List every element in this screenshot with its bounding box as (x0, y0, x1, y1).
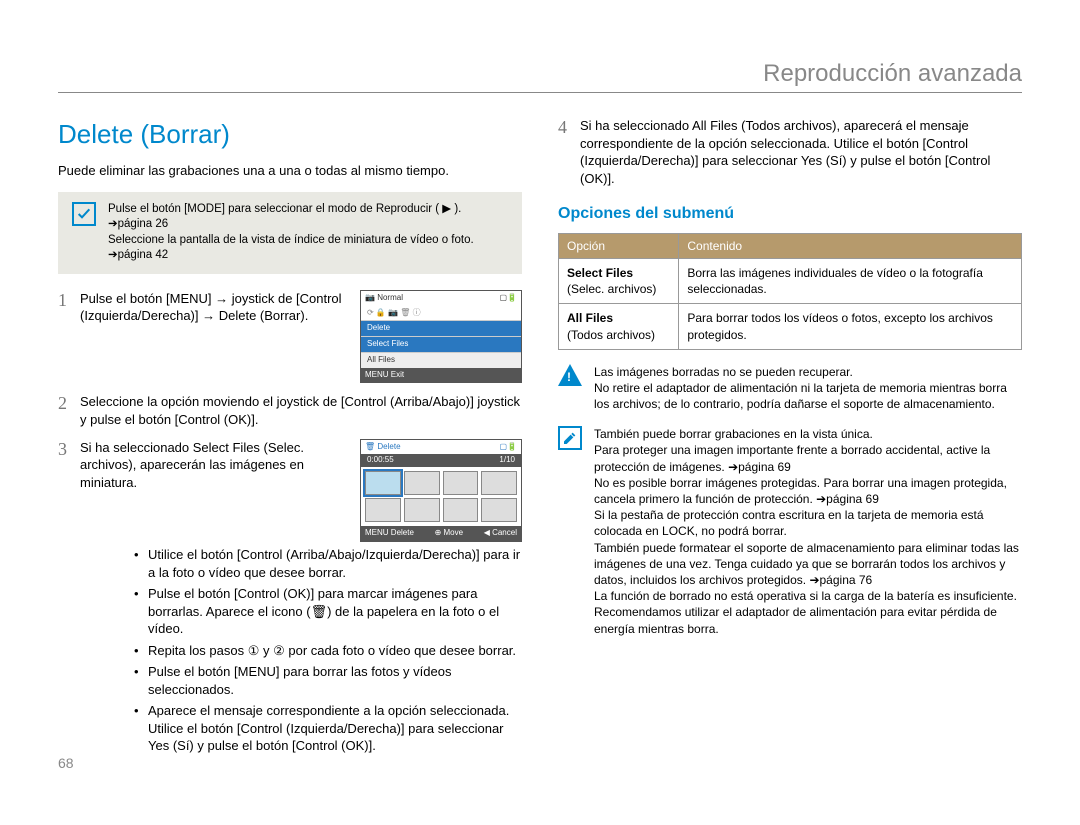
row2-sub: (Todos archivos) (567, 328, 655, 342)
step-1: Pulse el botón [MENU] → joystick de [Con… (58, 290, 522, 384)
screen1-item-selected: Select Files (361, 336, 521, 352)
screen1-item-other: All Files (361, 352, 521, 368)
page-title: Delete (Borrar) (58, 117, 522, 152)
note-line-2: Seleccione la pantalla de la vista de ín… (108, 233, 508, 264)
section-header: Reproducción avanzada (58, 60, 1022, 93)
thumb (443, 498, 479, 522)
screen2-delete: Delete (391, 528, 414, 537)
thumb (481, 471, 517, 495)
screen1-exit: Exit (391, 370, 404, 379)
screen2-counter: 1/10 (499, 455, 515, 466)
step-3a: Utilice el botón [Control (Arriba/Abajo/… (134, 546, 522, 581)
mode-note-box: Pulse el botón [MODE] para seleccionar e… (58, 192, 522, 274)
submenu-heading: Opciones del submenú (558, 203, 1022, 225)
info-6: La función de borrado no está operativa … (594, 588, 1022, 637)
warning-text: Las imágenes borradas no se pueden recup… (594, 364, 1022, 413)
step-3c: Repita los pasos ① y ② por cada foto o v… (134, 642, 522, 660)
step-3b: Pulse el botón [Control (OK)] para marca… (134, 585, 522, 638)
thumb (481, 498, 517, 522)
info-4: Si la pestaña de protección contra escri… (594, 507, 1022, 539)
table-row: All Files (Todos archivos) Para borrar t… (559, 304, 1022, 349)
screen2-move: Move (444, 528, 464, 537)
battery-icon: ▢🔋 (499, 293, 517, 304)
intro-text: Puede eliminar las grabaciones una a una… (58, 162, 522, 180)
thumb-selected (365, 471, 401, 495)
screen-menu: 📷 Normal ▢🔋 ⟳ 🔒 📷 🗑 ⓘ Delete Select File… (360, 290, 522, 384)
table-row: Select Files (Selec. archivos) Borra las… (559, 258, 1022, 303)
page-number: 68 (58, 755, 74, 771)
step-3-lead: Si ha seleccionado Select Files (Selec. … (80, 439, 350, 492)
thumb (365, 498, 401, 522)
right-column: Si ha seleccionado All Files (Todos arch… (558, 117, 1022, 765)
info-5: También puede formatear el soporte de al… (594, 540, 1022, 589)
th-option: Opción (559, 233, 679, 258)
row1-opt: Select Files (567, 266, 633, 280)
options-table: Opción Contenido Select Files (Selec. ar… (558, 233, 1022, 350)
icon-row: ⟳ 🔒 📷 🗑 ⓘ (361, 306, 521, 321)
row2-opt: All Files (567, 311, 613, 325)
info-block: También puede borrar grabaciones en la v… (594, 426, 1022, 636)
screen-thumbs: 🗑 Delete ▢🔋 0:00:55 1/10 (360, 439, 522, 542)
step-3d: Pulse el botón [MENU] para borrar las fo… (134, 663, 522, 698)
warning-row: Las imágenes borradas no se pueden recup… (558, 364, 1022, 413)
screen1-mode: 📷 Normal (365, 293, 403, 304)
screen1-menu-btn: MENU (365, 370, 389, 379)
screen2-menu: MENU (365, 528, 389, 537)
screen2-time: 0:00:55 (367, 455, 394, 466)
row1-txt: Borra las imágenes individuales de vídeo… (679, 258, 1022, 303)
thumb (404, 498, 440, 522)
step-2-text: Seleccione la opción moviendo el joystic… (80, 393, 522, 428)
note-line-1: Pulse el botón [MODE] para seleccionar e… (108, 202, 508, 233)
thumb (443, 471, 479, 495)
warning-icon (558, 364, 582, 386)
step-3e: Aparece el mensaje correspondiente a la … (134, 702, 522, 755)
screen1-header: Delete (361, 320, 521, 336)
thumb (404, 471, 440, 495)
battery-icon-2: ▢🔋 (499, 442, 517, 453)
row2-txt: Para borrar todos los vídeos o fotos, ex… (679, 304, 1022, 349)
left-column: Delete (Borrar) Puede eliminar las graba… (58, 117, 522, 765)
check-icon (72, 202, 96, 226)
info-1: También puede borrar grabaciones en la v… (594, 426, 1022, 442)
info-2: Para proteger una imagen importante fren… (594, 442, 1022, 474)
row1-sub: (Selec. archivos) (567, 282, 656, 296)
screen2-title: Delete (377, 442, 400, 451)
step-2: Seleccione la opción moviendo el joystic… (58, 393, 522, 428)
step-4: Si ha seleccionado All Files (Todos arch… (558, 117, 1022, 187)
note-icon (558, 426, 582, 450)
info-3: No es posible borrar imágenes protegidas… (594, 475, 1022, 507)
th-content: Contenido (679, 233, 1022, 258)
note-text: Pulse el botón [MODE] para seleccionar e… (108, 202, 508, 264)
info-row: También puede borrar grabaciones en la v… (558, 426, 1022, 636)
screen2-cancel: Cancel (492, 528, 517, 537)
step-3: Si ha seleccionado Select Files (Selec. … (58, 439, 522, 755)
step-1-text: Pulse el botón [MENU] → joystick de [Con… (80, 290, 350, 325)
